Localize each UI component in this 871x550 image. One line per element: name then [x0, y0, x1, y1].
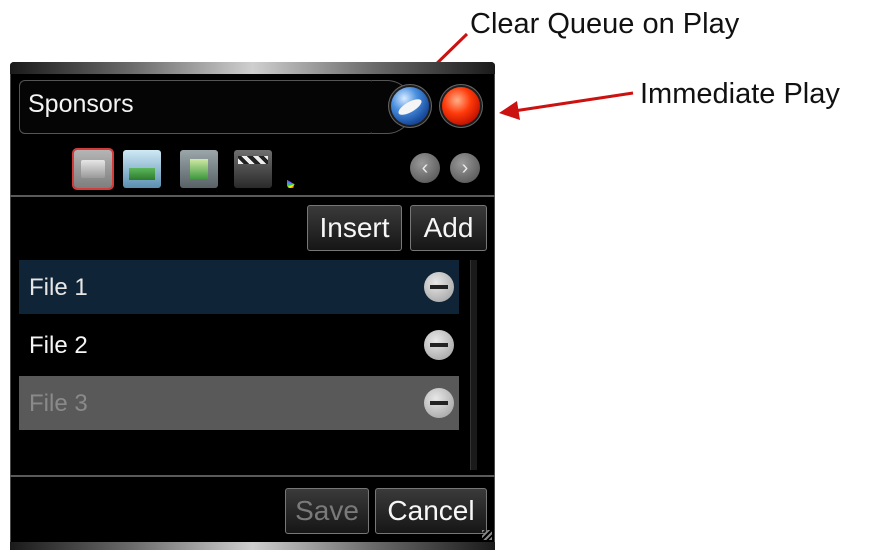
remove-icon[interactable]	[424, 388, 454, 418]
list-item[interactable]: File 3	[19, 376, 459, 430]
next-page-button[interactable]: ›	[450, 153, 480, 183]
list-item-label: File 3	[29, 390, 88, 417]
chevron-left-icon: ‹	[421, 157, 429, 179]
callout-immediate-play-label: Immediate Play	[640, 78, 840, 110]
list-item-label: File 2	[29, 332, 88, 359]
clear-queue-on-play-button[interactable]	[391, 87, 429, 125]
clapper-icon[interactable]	[234, 150, 272, 188]
panel-title: Sponsors	[28, 90, 134, 118]
playlist-panel: Sponsors ‹ › Insert Add File 1 File 2 Fi…	[10, 62, 495, 550]
insert-button[interactable]: Insert	[307, 205, 402, 251]
cancel-button[interactable]: Cancel	[375, 488, 487, 534]
chevron-right-icon: ›	[461, 157, 469, 179]
list-scrollbar[interactable]	[470, 260, 477, 470]
file-list: File 1 File 2 File 3	[19, 260, 459, 434]
palette-icon[interactable]	[287, 150, 325, 188]
panel-top-bar	[10, 62, 495, 74]
list-item[interactable]: File 2	[19, 318, 459, 372]
list-item-label: File 1	[29, 274, 88, 301]
panel-bottom-bar	[10, 542, 495, 550]
immediate-play-button[interactable]	[442, 87, 480, 125]
previous-page-button[interactable]: ‹	[410, 153, 440, 183]
video-icon[interactable]	[180, 150, 218, 188]
image-icon[interactable]	[123, 150, 161, 188]
folder-icon[interactable]	[74, 150, 112, 188]
remove-icon[interactable]	[424, 330, 454, 360]
list-item[interactable]: File 1	[19, 260, 459, 314]
callout-clear-queue-label: Clear Queue on Play	[470, 8, 740, 40]
immediate-play-arrow	[499, 91, 634, 120]
add-button[interactable]: Add	[410, 205, 487, 251]
resize-grip-icon[interactable]	[482, 530, 492, 540]
divider	[10, 475, 495, 477]
divider	[10, 195, 495, 197]
eraser-icon	[396, 96, 424, 118]
save-button[interactable]: Save	[285, 488, 369, 534]
remove-icon[interactable]	[424, 272, 454, 302]
